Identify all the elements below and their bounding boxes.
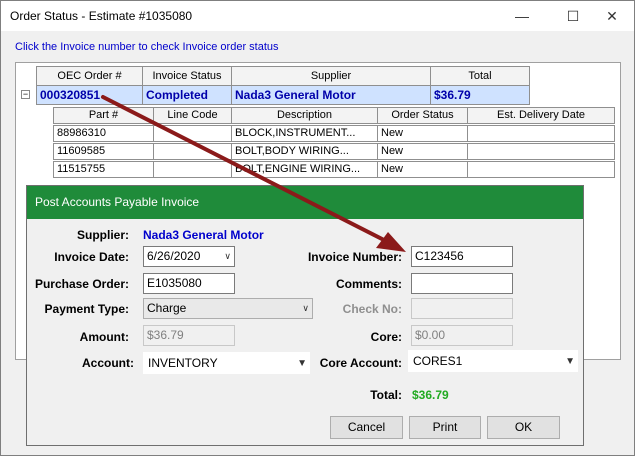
column-header-oec-order[interactable]: OEC Order # [36, 66, 143, 86]
payment-type-value: Charge [147, 301, 187, 315]
comments-label: Comments: [335, 277, 402, 291]
amount-label: Amount: [79, 330, 129, 344]
invoice-number-input[interactable]: C123456 [411, 246, 513, 267]
invoice-date-label: Invoice Date: [54, 250, 129, 264]
delivery-date-cell[interactable] [467, 161, 615, 178]
invoice-number-label: Invoice Number: [307, 250, 402, 264]
core-label: Core: [370, 330, 402, 344]
post-invoice-dialog: Post Accounts Payable Invoice Supplier: … [26, 185, 584, 446]
core-account-value: CORES1 [413, 354, 463, 368]
total-label: Total: [370, 388, 402, 402]
part-number-cell[interactable]: 11515755 [53, 161, 154, 178]
purchase-order-input[interactable]: E1035080 [143, 273, 235, 294]
purchase-order-label: Purchase Order: [34, 277, 129, 291]
supplier-cell[interactable]: Nada3 General Motor [231, 85, 431, 105]
part-number-cell[interactable]: 11609585 [53, 143, 154, 160]
print-button[interactable]: Print [409, 416, 481, 439]
column-header-invoice-status[interactable]: Invoice Status [142, 66, 232, 86]
core-account-label: Core Account: [319, 356, 402, 370]
minimize-button[interactable]: — [500, 1, 544, 31]
line-code-cell[interactable] [153, 161, 232, 178]
account-label: Account: [82, 356, 134, 370]
description-cell[interactable]: BOLT,BODY WIRING... [231, 143, 378, 160]
supplier-value: Nada3 General Motor [143, 228, 264, 242]
chevron-down-icon: ∨ [224, 251, 231, 261]
window-title: Order Status - Estimate #1035080 [10, 9, 193, 23]
delivery-date-cell[interactable] [467, 125, 615, 142]
close-button[interactable]: ✕ [590, 1, 634, 31]
core-account-select[interactable]: CORES1 ▼ [408, 350, 578, 372]
part-number-cell[interactable]: 88986310 [53, 125, 154, 142]
sub-header-order-status[interactable]: Order Status [377, 107, 468, 124]
line-code-cell[interactable] [153, 143, 232, 160]
ok-button[interactable]: OK [487, 416, 560, 439]
check-number-input [411, 298, 513, 319]
sub-header-description[interactable]: Description [231, 107, 378, 124]
order-status-cell[interactable]: New [377, 143, 468, 160]
delivery-date-cell[interactable] [467, 143, 615, 160]
check-number-label: Check No: [342, 302, 402, 316]
sub-header-line-code[interactable]: Line Code [153, 107, 232, 124]
line-code-cell[interactable] [153, 125, 232, 142]
title-bar: Order Status - Estimate #1035080 — ☐ ✕ [1, 1, 634, 31]
dropdown-arrow-icon: ▼ [565, 356, 575, 367]
supplier-label: Supplier: [76, 228, 129, 242]
order-status-cell[interactable]: New [377, 161, 468, 178]
sub-header-delivery-date[interactable]: Est. Delivery Date [467, 107, 615, 124]
core-input: $0.00 [411, 325, 513, 346]
sub-header-part[interactable]: Part # [53, 107, 154, 124]
dialog-title: Post Accounts Payable Invoice [27, 186, 583, 219]
account-value: INVENTORY [148, 356, 218, 370]
invoice-date-picker[interactable]: 6/26/2020 ∨ [143, 246, 235, 267]
description-cell[interactable]: BOLT,ENGINE WIRING... [231, 161, 378, 178]
invoice-number-link[interactable]: 000320851 [36, 85, 143, 105]
cancel-button[interactable]: Cancel [330, 416, 403, 439]
invoice-date-value: 6/26/2020 [147, 249, 201, 263]
payment-type-label: Payment Type: [44, 302, 129, 316]
maximize-button[interactable]: ☐ [551, 1, 595, 31]
column-header-total[interactable]: Total [430, 66, 530, 86]
total-cell[interactable]: $36.79 [430, 85, 530, 105]
instruction-text: Click the Invoice number to check Invoic… [15, 41, 279, 53]
description-cell[interactable]: BLOCK,INSTRUMENT... [231, 125, 378, 142]
total-value: $36.79 [412, 388, 449, 402]
invoice-status-cell[interactable]: Completed [142, 85, 232, 105]
comments-input[interactable] [411, 273, 513, 294]
collapse-toggle-icon[interactable]: − [21, 90, 30, 99]
column-header-supplier[interactable]: Supplier [231, 66, 431, 86]
amount-input: $36.79 [143, 325, 235, 346]
order-status-cell[interactable]: New [377, 125, 468, 142]
